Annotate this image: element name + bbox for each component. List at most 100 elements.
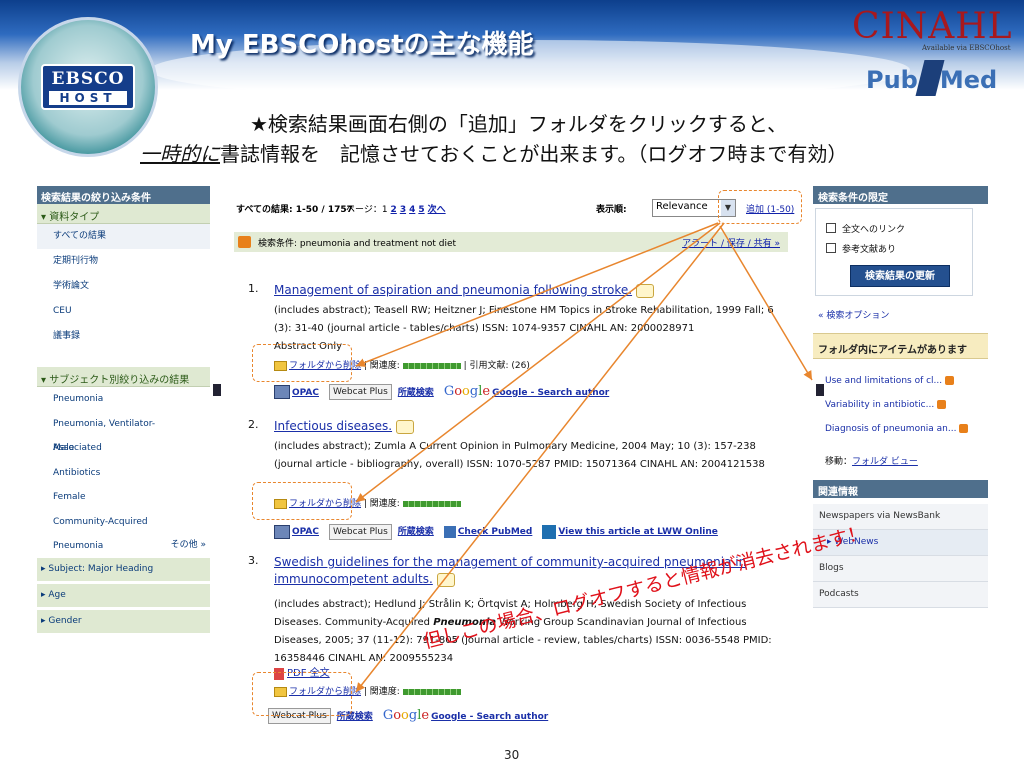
subject-item[interactable]: Female bbox=[37, 485, 210, 510]
relevance-bar bbox=[402, 500, 461, 507]
source-type-item[interactable]: 定期刊行物 bbox=[37, 249, 210, 274]
preview-icon[interactable] bbox=[436, 572, 455, 587]
related-item[interactable]: Podcasts bbox=[813, 582, 988, 608]
sort-value: Relevance bbox=[656, 201, 708, 212]
facet-age[interactable]: ▸ Age bbox=[37, 584, 210, 608]
pubmed-icon bbox=[443, 525, 456, 538]
relevance-bar bbox=[402, 362, 461, 369]
remove-icon[interactable] bbox=[959, 424, 969, 433]
source-type-header[interactable]: ▾ 資料タイプ bbox=[37, 204, 210, 224]
result-number: 2. bbox=[248, 418, 259, 431]
related-item[interactable]: Blogs bbox=[813, 556, 988, 582]
page-link[interactable]: 3 bbox=[400, 205, 406, 215]
pubmed-logo: Pub Med bbox=[866, 66, 997, 94]
page-link[interactable]: 2 bbox=[391, 205, 397, 215]
fulltext-checkbox[interactable] bbox=[826, 223, 836, 233]
refine-panel-header: 検索結果の絞り込み条件 bbox=[37, 186, 210, 204]
collapse-left-icon[interactable] bbox=[213, 384, 221, 396]
lww-online-link[interactable]: View this article at LWW Online bbox=[558, 527, 718, 537]
subject-item[interactable]: Antibiotics bbox=[37, 461, 210, 486]
limiters-panel: 検索条件の限定 全文へのリンク 参考文献あり 検索結果の更新 « 検索オプション… bbox=[813, 186, 988, 686]
next-page-link[interactable]: 次へ bbox=[428, 205, 446, 215]
opac-link[interactable]: OPAC bbox=[292, 527, 319, 537]
search-query-label: 検索条件: pneumonia and treatment not diet bbox=[258, 239, 457, 249]
update-results-button[interactable]: 検索結果の更新 bbox=[850, 265, 950, 287]
check-pubmed-link[interactable]: Check PubMed bbox=[458, 527, 533, 537]
remove-icon[interactable] bbox=[937, 400, 947, 409]
subject-header[interactable]: ▾ サブジェクト別絞り込みの結果 bbox=[37, 367, 210, 387]
page-number: 30 bbox=[504, 748, 520, 762]
subject-header-label: サブジェクト別絞り込みの結果 bbox=[49, 375, 190, 386]
facet-gender[interactable]: ▸ Gender bbox=[37, 610, 210, 634]
result-citation: (includes abstract); Teasell RW; Heitzne… bbox=[274, 305, 774, 334]
search-query-bar: 検索条件: pneumonia and treatment not diet ア… bbox=[234, 232, 788, 252]
page-link[interactable]: 5 bbox=[418, 205, 424, 215]
limiters-header: 検索条件の限定 bbox=[813, 186, 988, 204]
google-search-author-link[interactable]: Google - Search author bbox=[492, 388, 609, 398]
holdings-search-link[interactable]: 所蔵検索 bbox=[398, 388, 434, 398]
subject-list: Pneumonia Pneumonia, Ventilator-Associat… bbox=[37, 387, 210, 552]
opac-link[interactable]: OPAC bbox=[292, 388, 319, 398]
alert-save-share-link[interactable]: アラート / 保存 / 共有 » bbox=[682, 236, 780, 249]
subject-item[interactable]: Male bbox=[37, 436, 210, 461]
result-citation: (includes abstract); Zumla A Current Opi… bbox=[274, 441, 765, 470]
webcat-plus-button[interactable]: Webcat Plus bbox=[329, 384, 392, 400]
subject-item[interactable]: Pneumonia bbox=[37, 387, 210, 412]
references-label: 参考文献あり bbox=[842, 245, 897, 255]
note-rest: 書誌情報を 記憶させておくことが出来ます。（ログオフ時まで有効） bbox=[220, 142, 848, 166]
result-title-link[interactable]: Infectious diseases. bbox=[274, 418, 415, 435]
note-line-2: 一時的に書誌情報を 記憶させておくことが出来ます。（ログオフ時まで有効） bbox=[140, 138, 847, 167]
webcat-plus-button[interactable]: Webcat Plus bbox=[329, 523, 392, 540]
cited-references[interactable]: 引用文献: (26) bbox=[469, 361, 529, 371]
google-logo-icon: Google bbox=[443, 384, 491, 399]
pubmed-logo-a: Pub bbox=[866, 66, 918, 94]
lww-icon bbox=[542, 524, 557, 539]
highlight-add-link bbox=[718, 190, 802, 224]
folder-item[interactable]: Diagnosis of pneumonia an... bbox=[825, 424, 969, 434]
references-checkbox[interactable] bbox=[826, 243, 836, 253]
source-type-item[interactable]: 学術論文 bbox=[37, 274, 210, 299]
preview-icon[interactable] bbox=[636, 283, 655, 298]
folder-item[interactable]: Variability in antibiotic... bbox=[825, 400, 947, 410]
logo-top-text: EBSCO bbox=[51, 69, 125, 89]
result-title-link[interactable]: Management of aspiration and pneumonia f… bbox=[274, 282, 655, 299]
relevance-label: 関連度: bbox=[369, 361, 400, 371]
ebsco-host-logo: EBSCO HOST bbox=[18, 17, 158, 157]
folder-item-label: Diagnosis of pneumonia an... bbox=[825, 424, 957, 434]
highlight-remove-1 bbox=[252, 344, 352, 382]
result-count: すべての結果: 1-50 / 1757 bbox=[236, 205, 353, 215]
computer-icon bbox=[274, 385, 290, 399]
page-label: ページ：1 bbox=[346, 205, 388, 215]
folder-item[interactable]: Use and limitations of cl... bbox=[825, 376, 955, 386]
search-options-link[interactable]: « 検索オプション bbox=[818, 308, 889, 321]
folder-item-label: Use and limitations of cl... bbox=[825, 376, 943, 386]
results-area: すべての結果: 1-50 / 1757 ページ：1 2 3 4 5 次へ 表示順: Rel… bbox=[228, 186, 810, 758]
source-type-item[interactable]: CEU bbox=[37, 299, 210, 324]
relevance-label: 関連度: bbox=[369, 687, 400, 697]
page-link[interactable]: 4 bbox=[409, 205, 415, 215]
preview-icon[interactable] bbox=[396, 419, 415, 434]
note-emphasis: 一時的に bbox=[140, 142, 220, 166]
source-type-label: 資料タイプ bbox=[49, 212, 100, 223]
facet-major-heading[interactable]: ▸ Subject: Major Heading bbox=[37, 558, 210, 582]
result-number: 1. bbox=[248, 282, 259, 295]
folder-move: 移動：フォルダ ビュー bbox=[825, 454, 918, 467]
remove-icon[interactable] bbox=[945, 376, 955, 385]
result-title: Infectious diseases. bbox=[274, 419, 393, 433]
slide-title: My EBSCOhostの主な機能 bbox=[190, 30, 534, 60]
rss-icon[interactable] bbox=[238, 236, 251, 248]
result-title: Management of aspiration and pneumonia f… bbox=[274, 283, 633, 297]
cinahl-logo: CINAHL bbox=[852, 6, 1013, 47]
source-type-item[interactable]: すべての結果 bbox=[37, 224, 210, 249]
subject-item[interactable]: Pneumonia, Ventilator-Associated bbox=[37, 412, 210, 454]
holdings-search-link[interactable]: 所蔵検索 bbox=[398, 527, 434, 537]
folder-view-link[interactable]: フォルダ ビュー bbox=[852, 457, 918, 467]
logo-bottom-text: HOST bbox=[49, 91, 127, 105]
pubmed-logo-b: Med bbox=[939, 66, 998, 94]
source-type-item[interactable]: 議事録 bbox=[37, 324, 210, 349]
google-search-author-link[interactable]: Google - Search author bbox=[431, 712, 548, 722]
subject-item[interactable]: Community-Acquired Pneumonia bbox=[37, 510, 210, 552]
result-tools: OPAC Webcat Plus 所蔵検索 Google Google - Search… bbox=[274, 382, 619, 402]
refine-results-panel: 検索結果の絞り込み条件 ▾ 資料タイプ すべての結果 定期刊行物 学術論文 CE… bbox=[37, 186, 210, 666]
